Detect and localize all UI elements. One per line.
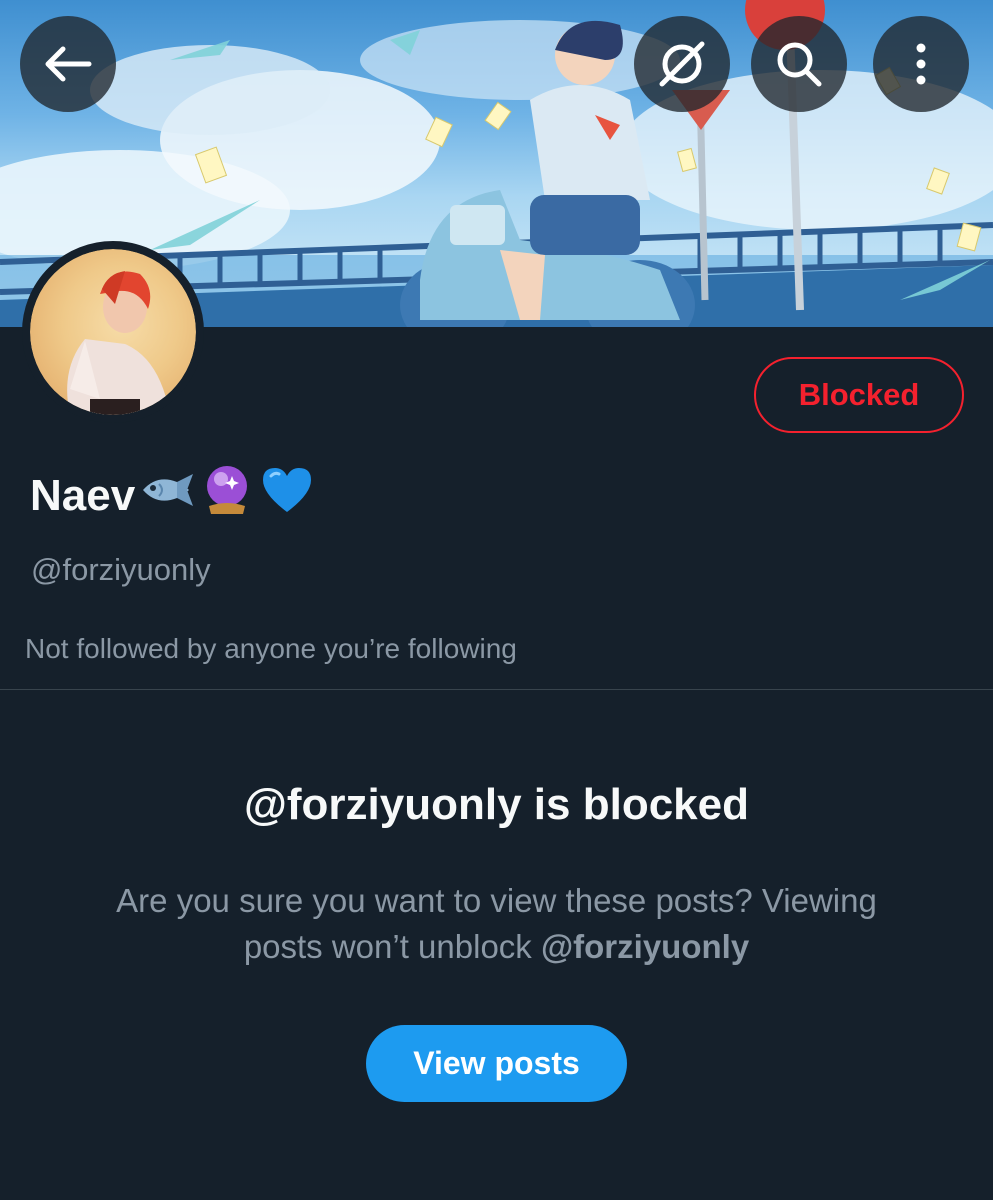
blocked-description-text: Are you sure you want to view these post…: [116, 882, 877, 965]
arrow-left-icon: [45, 46, 92, 82]
more-vertical-icon: [916, 43, 926, 85]
blocked-description: Are you sure you want to view these post…: [80, 878, 913, 970]
followed-by-text: Not followed by anyone you’re following: [25, 633, 517, 664]
view-posts-button[interactable]: View posts: [366, 1025, 627, 1102]
blocked-button[interactable]: Blocked: [754, 357, 964, 433]
display-name-text: Naev: [30, 470, 136, 520]
more-options-button[interactable]: [873, 16, 969, 112]
display-name: Naev: [30, 462, 315, 529]
grok-button[interactable]: [634, 16, 730, 112]
back-button[interactable]: [20, 16, 116, 112]
grok-icon: [659, 41, 705, 87]
avatar[interactable]: [22, 241, 204, 423]
divider: [0, 689, 993, 690]
fish-emoji: [139, 470, 195, 521]
avatar-image: [30, 249, 196, 415]
crystal-ball-emoji: [199, 462, 255, 529]
blocked-description-handle: @forziyuonly: [540, 928, 750, 965]
blocked-title: @forziyuonly is blocked: [244, 780, 749, 829]
search-icon: [777, 42, 822, 87]
blue-heart-emoji: [259, 464, 315, 527]
search-button[interactable]: [751, 16, 847, 112]
profile-handle: @forziyuonly: [31, 552, 211, 587]
